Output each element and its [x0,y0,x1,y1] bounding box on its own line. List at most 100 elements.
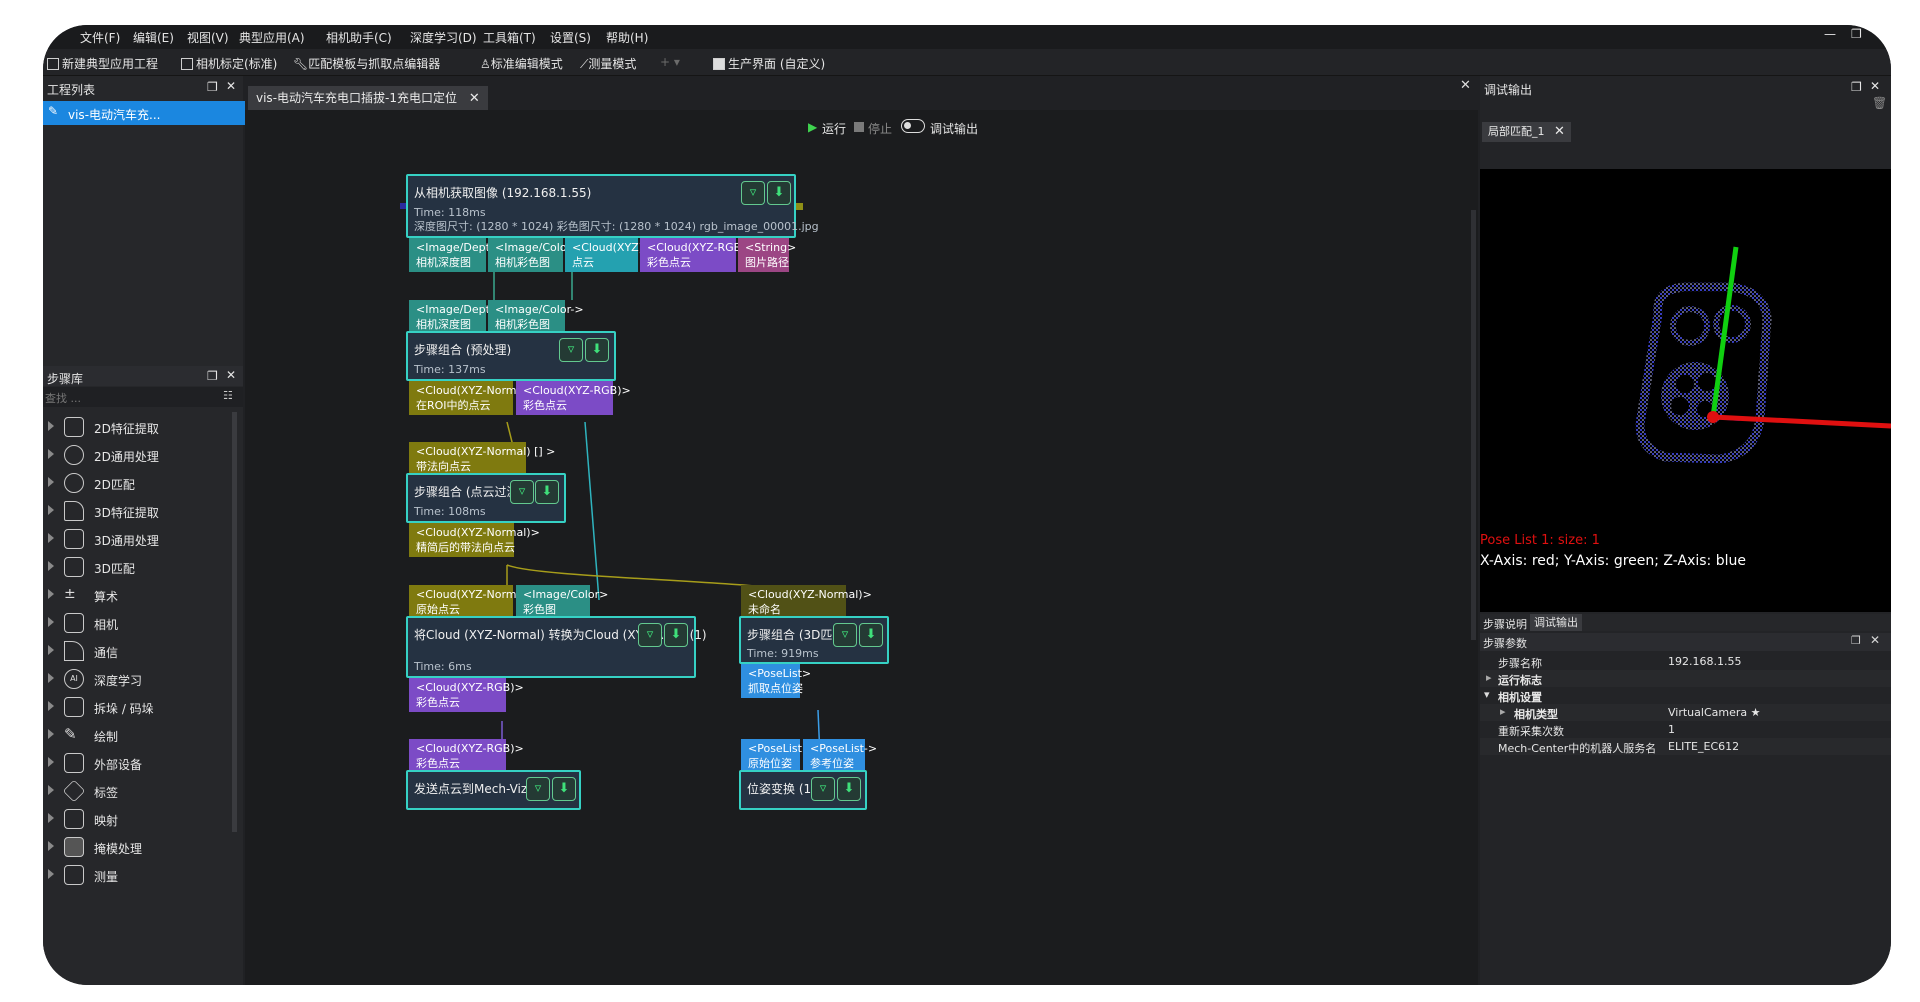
menu-typical-app[interactable]: 典型应用(A) [239,29,305,46]
step-category-2d-match[interactable]: 2D匹配 [43,468,243,498]
download-icon[interactable]: ⬇ [859,623,883,647]
download-icon[interactable]: ⬇ [535,480,559,504]
project-item[interactable]: ✎ vis-电动汽车充... [43,101,245,125]
menu-settings[interactable]: 设置(S) [550,29,591,46]
expand-arrow-icon[interactable] [48,421,54,431]
port-convert-in-normal[interactable]: <Cloud(XYZ-Normal)> 原始点云 [409,585,540,619]
expand-arrow-icon[interactable] [48,757,54,767]
collapse-icon[interactable]: ▿ [811,777,835,801]
download-icon[interactable]: ⬇ [837,777,861,801]
graph-canvas[interactable]: ▶ 运行 停止 调试输出 从相机获取图像 (192.168.1.55) Time… [245,110,1478,985]
param-value[interactable]: VirtualCamera ★ [1668,706,1760,719]
expand-arrow-icon[interactable] [48,617,54,627]
trash-icon[interactable]: 🗑︎ [1872,96,1887,110]
tab-debug-output[interactable]: 调试输出 [1530,614,1582,631]
node-cloud-filter[interactable]: 步骤组合 (点云过滤) Time: 108ms ▿ ⬇ [406,473,566,523]
close-icon[interactable]: ✕ [1554,124,1565,139]
port-pose-in-reference[interactable]: <PoseList-> 参考位姿 [803,739,877,773]
menu-deep-learning[interactable]: 深度学习(D) [410,29,477,46]
menu-help[interactable]: 帮助(H) [606,29,648,46]
minimize-icon[interactable]: — [1824,27,1836,41]
node-capture-image[interactable]: 从相机获取图像 (192.168.1.55) Time: 118ms 深度图尺寸… [406,174,819,238]
add-dropdown-icon[interactable]: + ▾ [660,55,680,69]
node-send-to-viz[interactable]: 发送点云到Mech-Viz (1) ▿ ⬇ [406,770,581,810]
standard-mode-button[interactable]: ♙标准编辑模式 [480,55,563,72]
step-category-3d-feature[interactable]: 3D特征提取 [43,496,243,526]
port-filter-out[interactable]: <Cloud(XYZ-Normal)> 精简后的带法向点云 [409,523,540,557]
close-icon[interactable]: ✕ [226,79,236,93]
calibration-button[interactable]: 相机标定(标准) [181,55,277,72]
menu-toolbox[interactable]: 工具箱(T) [483,29,536,46]
menu-view[interactable]: 视图(V) [187,29,229,46]
port-match3d-in[interactable]: <Cloud(XYZ-Normal)> 未命名 [741,585,872,619]
step-list-scrollbar[interactable] [232,412,237,832]
download-icon[interactable]: ⬇ [552,777,576,801]
step-category-deep-learning[interactable]: AI 深度学习 [43,664,243,694]
expand-arrow-icon[interactable] [48,869,54,879]
port-cap-string[interactable]: <String> 图片路径 [738,238,796,272]
step-category-palletizing[interactable]: 拆垛 / 码垛 [43,692,243,722]
step-category-arithmetic[interactable]: ± 算术 [43,580,243,610]
expand-arrow-icon[interactable] [48,785,54,795]
expand-arrow-icon[interactable] [48,813,54,823]
port-pre-in-depth[interactable]: <Image/Depth> 相机深度图 [409,300,506,334]
port-convert-in-color[interactable]: <Image/Color> 彩色图 [516,585,608,619]
float-icon[interactable]: ❐ [1851,80,1862,94]
step-category-2d-general[interactable]: 2D通用处理 [43,440,243,470]
project-tab[interactable]: vis-电动汽车充电口插拔-1充电口定位 ✕ [248,86,488,110]
step-category-external-device[interactable]: 外部设备 [43,748,243,778]
viewer-tab[interactable]: 局部匹配_1 ✕ [1482,122,1571,142]
port-cap-cloudrgb[interactable]: <Cloud(XYZ-RGB)> 彩色点云 [640,238,755,272]
step-category-label-tag[interactable]: 标签 [43,776,243,806]
param-row-retry-count[interactable]: 重新采集次数 1 [1480,721,1891,738]
matching-editor-button[interactable]: 🔧︎匹配模板与抓取点编辑器 [293,55,440,72]
port-cap-color[interactable]: <Image/Color> 相机彩色图 [488,238,580,272]
param-row-camera-type[interactable]: ▸ 相机类型 VirtualCamera ★ [1480,704,1891,721]
expand-arrow-icon[interactable] [48,477,54,487]
menu-edit[interactable]: 编辑(E) [133,29,174,46]
step-category-3d-match[interactable]: 3D匹配 [43,552,243,582]
close-icon[interactable]: ✕ [226,368,236,382]
port-convert-out[interactable]: <Cloud(XYZ-RGB)> 彩色点云 [409,678,524,712]
port-pre-in-color[interactable]: <Image/Color-> 相机彩色图 [488,300,584,334]
node-3d-match[interactable]: 步骤组合 (3D匹配) Time: 919ms ▿ ⬇ [739,616,889,664]
param-row-run-flag[interactable]: ▸ 运行标志 [1480,670,1891,687]
expand-arrow-icon[interactable]: ▸ [1486,671,1492,684]
expand-arrow-icon[interactable] [48,645,54,655]
production-ui-button[interactable]: 生产界面 (自定义) [713,55,825,72]
new-project-button[interactable]: 新建典型应用工程 [47,55,158,72]
port-cap-cloud[interactable]: <Cloud(XYZ)> 点云 [565,238,652,272]
expand-arrow-icon[interactable] [48,505,54,515]
port-cap-depth[interactable]: <Image/Depth> 相机深度图 [409,238,506,272]
node-pose-transform[interactable]: 位姿变换 (1) ▿ ⬇ [739,770,867,810]
step-category-mapping[interactable]: 映射 [43,804,243,834]
measure-mode-button[interactable]: ⟋测量模式 [580,55,636,72]
node-preprocess[interactable]: 步骤组合 (预处理) Time: 137ms ▿ ⬇ [406,331,616,381]
step-category-camera[interactable]: 相机 [43,608,243,638]
node-convert-cloud[interactable]: 将Cloud (XYZ-Normal) 转换为Cloud (XYZ-RGB) (… [406,616,707,678]
menu-file[interactable]: 文件(F) [80,29,120,46]
float-icon[interactable]: ❐ [1851,634,1861,647]
point-cloud-viewer[interactable]: Pose List 1: size: 1 X-Axis: red; Y-Axis… [1480,169,1891,612]
expand-arrow-icon[interactable] [48,561,54,571]
collapse-icon[interactable]: ▿ [741,181,765,205]
expand-arrow-icon[interactable] [48,449,54,459]
port-pose-in-original[interactable]: <PoseList> 原始位姿 [741,739,811,773]
close-icon[interactable]: ✕ [1460,78,1471,93]
param-value[interactable]: 1 [1668,723,1675,736]
port-filter-in[interactable]: <Cloud(XYZ-Normal) [] > 带法向点云 [409,442,555,476]
param-row-camera-settings[interactable]: ▾ 相机设置 [1480,687,1891,704]
collapse-icon[interactable]: ▿ [833,623,857,647]
download-icon[interactable]: ⬇ [585,338,609,362]
step-category-3d-general[interactable]: 3D通用处理 [43,524,243,554]
port-send-in[interactable]: <Cloud(XYZ-RGB)> 彩色点云 [409,739,524,773]
expand-arrow-icon[interactable] [48,841,54,851]
collapse-icon[interactable]: ▿ [510,480,534,504]
step-search-box[interactable]: 查找 ... ☷ [43,387,243,407]
port-pre-out-rgb[interactable]: <Cloud(XYZ-RGB)> 彩色点云 [516,381,631,415]
port-pre-out-normal[interactable]: <Cloud(XYZ-Normal)> 在ROI中的点云 [409,381,540,415]
collapse-icon[interactable]: ▿ [638,623,662,647]
float-icon[interactable]: ❐ [207,369,218,383]
expand-arrow-icon[interactable]: ▸ [1500,705,1506,718]
step-category-communication[interactable]: 通信 [43,636,243,666]
